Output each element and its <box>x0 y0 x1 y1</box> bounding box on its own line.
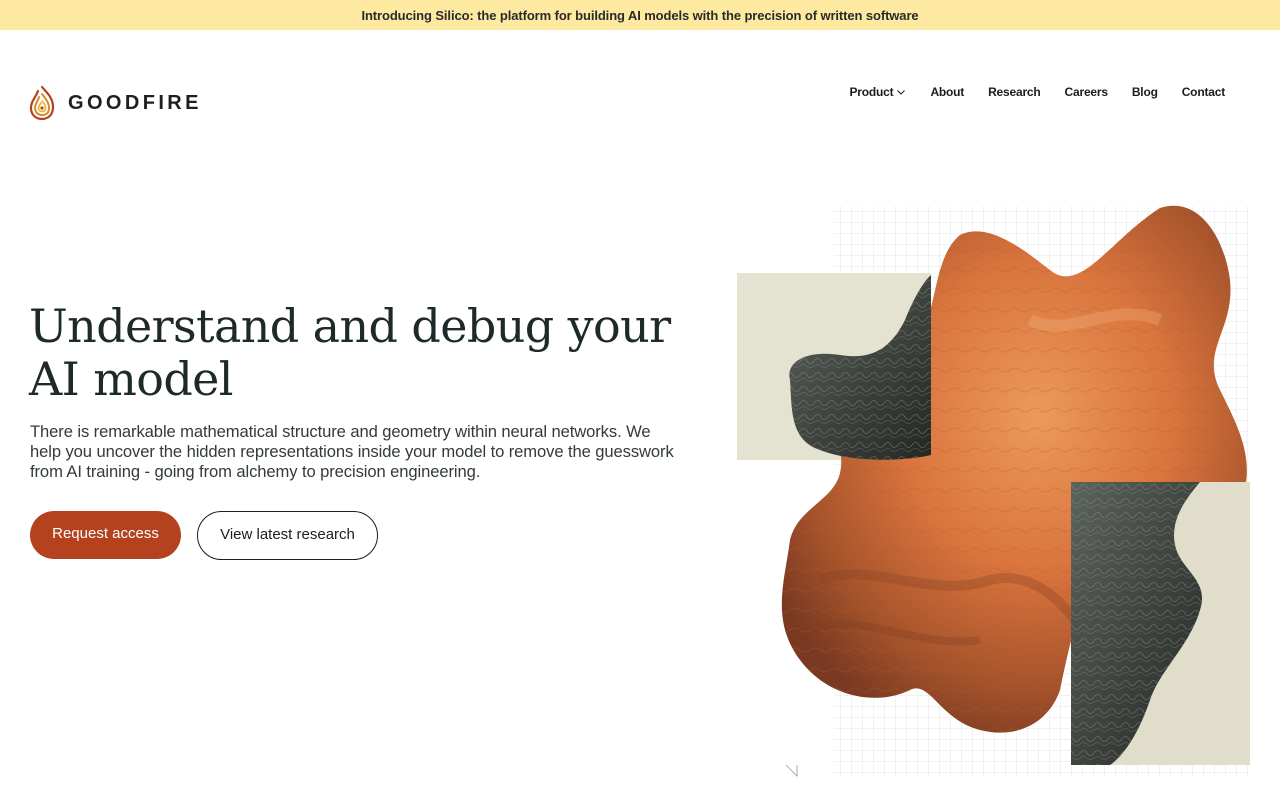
request-access-button[interactable]: Request access <box>30 511 181 559</box>
view-latest-research-button[interactable]: View latest research <box>197 511 378 560</box>
announcement-text[interactable]: Introducing Silico: the platform for bui… <box>361 8 918 23</box>
hero-illustration <box>737 205 1250 777</box>
hero-headline: Understand and debug your AI model <box>29 299 671 406</box>
flame-spiral-logo-icon <box>29 85 55 121</box>
nav-item-label: Blog <box>1131 85 1158 99</box>
nav-item-research[interactable]: Research <box>988 85 1041 99</box>
brand-name: GOODFIRE <box>68 91 202 114</box>
nav-item-label: Careers <box>1064 85 1109 99</box>
nav-item-contact[interactable]: Contact <box>1182 85 1225 99</box>
main-nav: Product About Research Careers Blog Cont… <box>850 84 1226 100</box>
nav-item-label: About <box>930 85 965 99</box>
nav-item-label: Product <box>849 85 894 99</box>
nav-item-label: Contact <box>1181 85 1225 99</box>
nav-item-careers[interactable]: Careers <box>1064 85 1109 99</box>
nav-item-label: Research <box>988 85 1041 99</box>
nav-item-product[interactable]: Product <box>850 85 907 99</box>
nav-item-blog[interactable]: Blog <box>1132 85 1158 99</box>
chevron-down-icon <box>897 90 906 95</box>
nav-item-about[interactable]: About <box>930 85 964 99</box>
brand-logo[interactable]: GOODFIRE <box>29 85 202 121</box>
announcement-banner[interactable]: Introducing Silico: the platform for bui… <box>0 0 1280 30</box>
hero-subtext: There is remarkable mathematical structu… <box>30 422 674 481</box>
